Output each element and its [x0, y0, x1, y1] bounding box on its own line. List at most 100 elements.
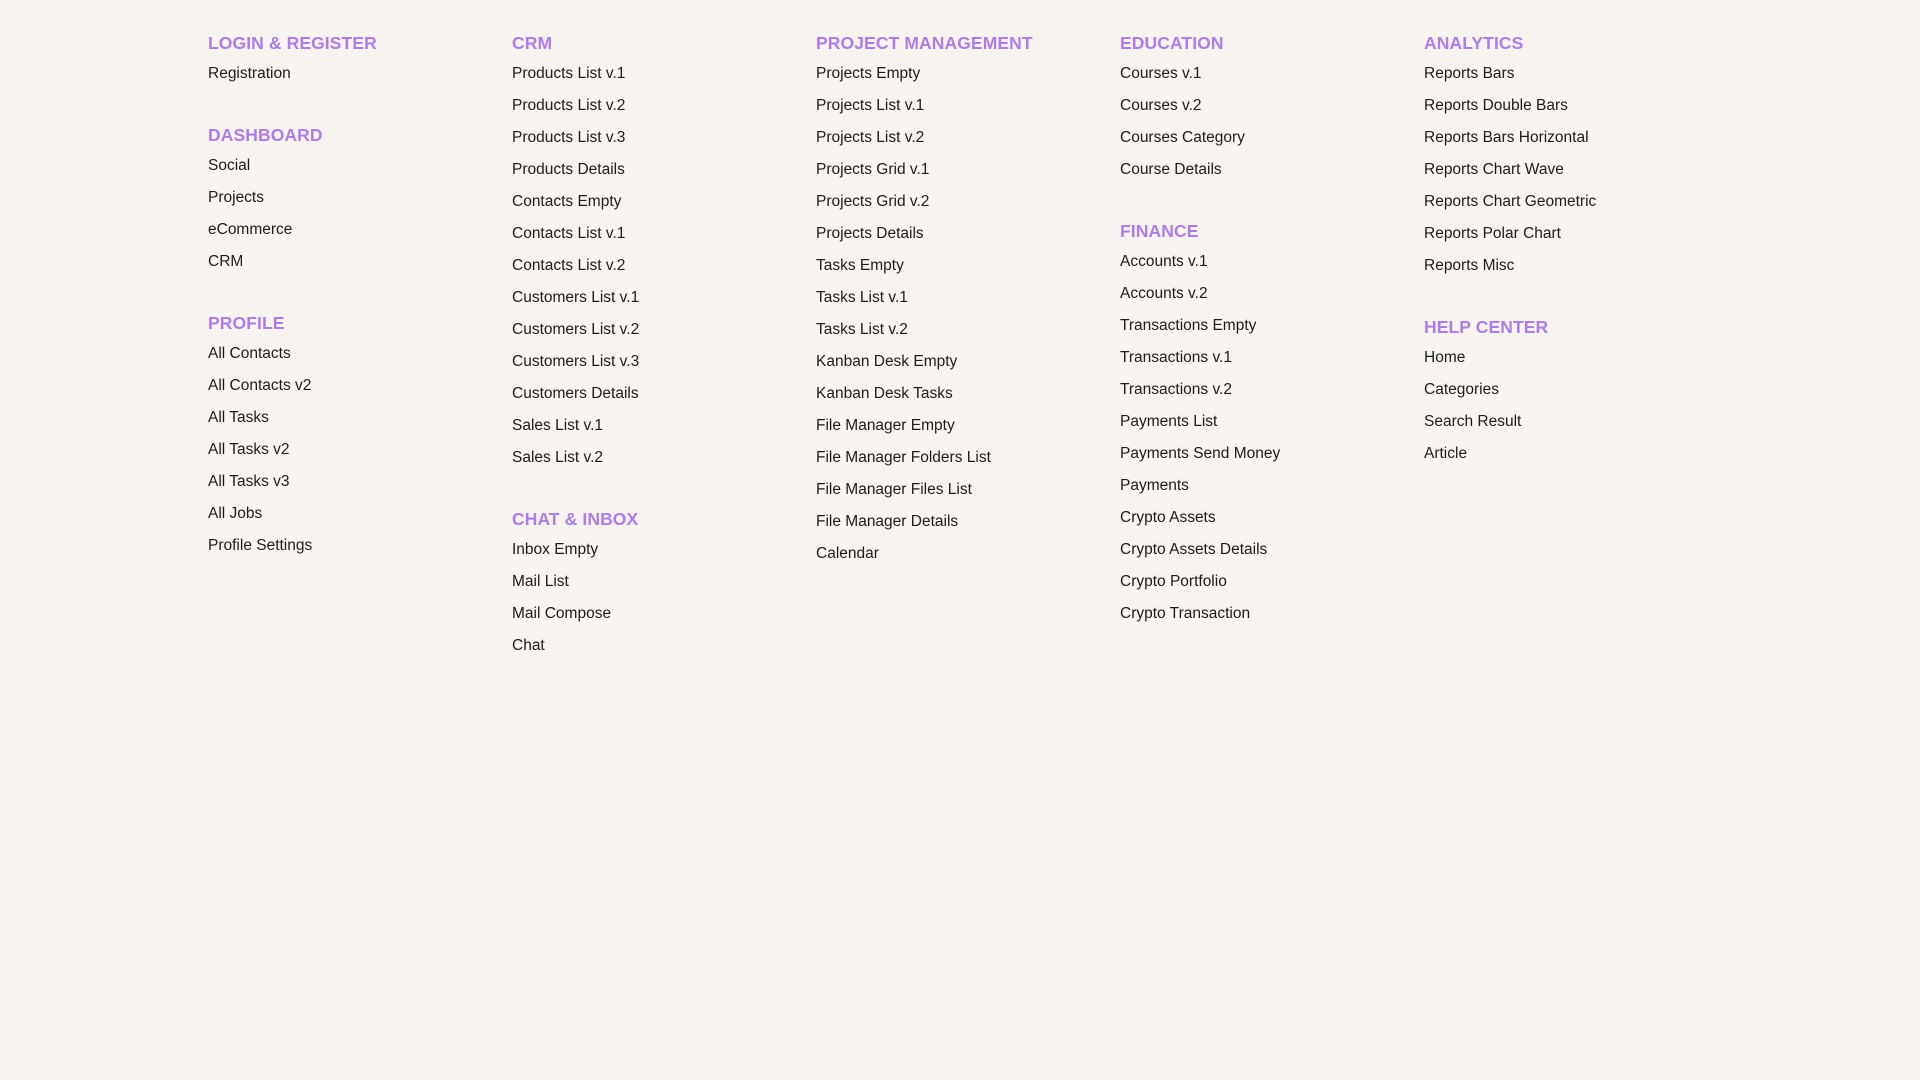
- link-courses-v2[interactable]: Courses v.2: [1120, 95, 1202, 117]
- link-customers-list-v2[interactable]: Customers List v.2: [512, 319, 639, 341]
- section-login-register: LOGIN & REGISTER Registration: [208, 31, 498, 95]
- link-article[interactable]: Article: [1424, 443, 1467, 465]
- link-products-list-v1[interactable]: Products List v.1: [512, 63, 625, 85]
- link-projects-grid-v1[interactable]: Projects Grid v.1: [816, 159, 929, 181]
- link-kanban-desk-empty[interactable]: Kanban Desk Empty: [816, 351, 957, 373]
- link-customers-details[interactable]: Customers Details: [512, 383, 639, 405]
- link-ecommerce[interactable]: eCommerce: [208, 219, 292, 241]
- list-item: Courses Category: [1120, 127, 1410, 159]
- list-item: Reports Polar Chart: [1424, 223, 1714, 255]
- link-reports-bars-horizontal[interactable]: Reports Bars Horizontal: [1424, 127, 1589, 149]
- list-item: Transactions v.2: [1120, 379, 1410, 411]
- link-file-manager-folders-list[interactable]: File Manager Folders List: [816, 447, 991, 469]
- sitemap-column-3: PROJECT MANAGEMENT Projects Empty Projec…: [816, 31, 1106, 603]
- link-list: Projects Empty Projects List v.1 Project…: [816, 63, 1106, 575]
- link-social[interactable]: Social: [208, 155, 250, 177]
- link-categories[interactable]: Categories: [1424, 379, 1499, 401]
- list-item: Tasks Empty: [816, 255, 1106, 287]
- link-registration[interactable]: Registration: [208, 63, 291, 85]
- link-all-tasks-v2[interactable]: All Tasks v2: [208, 439, 290, 461]
- list-item: Chat: [512, 635, 802, 667]
- list-item: Kanban Desk Tasks: [816, 383, 1106, 415]
- link-products-list-v2[interactable]: Products List v.2: [512, 95, 625, 117]
- link-projects-grid-v2[interactable]: Projects Grid v.2: [816, 191, 929, 213]
- link-mail-list[interactable]: Mail List: [512, 571, 569, 593]
- link-courses-category[interactable]: Courses Category: [1120, 127, 1245, 149]
- sitemap-column-5: ANALYTICS Reports Bars Reports Double Ba…: [1424, 31, 1714, 503]
- link-contacts-empty[interactable]: Contacts Empty: [512, 191, 621, 213]
- link-kanban-desk-tasks[interactable]: Kanban Desk Tasks: [816, 383, 953, 405]
- link-file-manager-empty[interactable]: File Manager Empty: [816, 415, 955, 437]
- sitemap-column-2: CRM Products List v.1 Products List v.2 …: [512, 31, 802, 695]
- link-mail-compose[interactable]: Mail Compose: [512, 603, 611, 625]
- link-all-tasks[interactable]: All Tasks: [208, 407, 269, 429]
- link-contacts-list-v2[interactable]: Contacts List v.2: [512, 255, 625, 277]
- link-home[interactable]: Home: [1424, 347, 1465, 369]
- link-reports-chart-wave[interactable]: Reports Chart Wave: [1424, 159, 1564, 181]
- link-projects[interactable]: Projects: [208, 187, 264, 209]
- list-item: Courses v.2: [1120, 95, 1410, 127]
- link-accounts-v1[interactable]: Accounts v.1: [1120, 251, 1208, 273]
- link-course-details[interactable]: Course Details: [1120, 159, 1222, 181]
- link-all-tasks-v3[interactable]: All Tasks v3: [208, 471, 290, 493]
- list-item: All Tasks: [208, 407, 498, 439]
- link-customers-list-v1[interactable]: Customers List v.1: [512, 287, 639, 309]
- link-file-manager-details[interactable]: File Manager Details: [816, 511, 958, 533]
- list-item: Home: [1424, 347, 1714, 379]
- link-transactions-v1[interactable]: Transactions v.1: [1120, 347, 1232, 369]
- link-customers-list-v3[interactable]: Customers List v.3: [512, 351, 639, 373]
- link-tasks-list-v1[interactable]: Tasks List v.1: [816, 287, 908, 309]
- section-title-project-management: PROJECT MANAGEMENT: [816, 33, 1033, 53]
- link-chat[interactable]: Chat: [512, 635, 545, 657]
- link-all-contacts[interactable]: All Contacts: [208, 343, 291, 365]
- link-crypto-transaction[interactable]: Crypto Transaction: [1120, 603, 1250, 625]
- link-reports-polar-chart[interactable]: Reports Polar Chart: [1424, 223, 1561, 245]
- link-courses-v1[interactable]: Courses v.1: [1120, 63, 1202, 85]
- link-inbox-empty[interactable]: Inbox Empty: [512, 539, 598, 561]
- link-tasks-empty[interactable]: Tasks Empty: [816, 255, 904, 277]
- link-reports-chart-geometric[interactable]: Reports Chart Geometric: [1424, 191, 1596, 213]
- link-crypto-portfolio[interactable]: Crypto Portfolio: [1120, 571, 1227, 593]
- list-item: Crypto Transaction: [1120, 603, 1410, 635]
- list-item: All Tasks v2: [208, 439, 498, 471]
- link-contacts-list-v1[interactable]: Contacts List v.1: [512, 223, 625, 245]
- list-item: Contacts List v.1: [512, 223, 802, 255]
- list-item: Products List v.2: [512, 95, 802, 127]
- list-item: Products List v.3: [512, 127, 802, 159]
- link-profile-settings[interactable]: Profile Settings: [208, 535, 312, 557]
- link-payments-list[interactable]: Payments List: [1120, 411, 1217, 433]
- link-file-manager-files-list[interactable]: File Manager Files List: [816, 479, 972, 501]
- list-item: Course Details: [1120, 159, 1410, 191]
- link-all-jobs[interactable]: All Jobs: [208, 503, 262, 525]
- link-transactions-empty[interactable]: Transactions Empty: [1120, 315, 1256, 337]
- list-item: Crypto Portfolio: [1120, 571, 1410, 603]
- link-accounts-v2[interactable]: Accounts v.2: [1120, 283, 1208, 305]
- list-item: All Jobs: [208, 503, 498, 535]
- list-item: Tasks List v.2: [816, 319, 1106, 351]
- list-item: Reports Bars Horizontal: [1424, 127, 1714, 159]
- link-all-contacts-v2[interactable]: All Contacts v2: [208, 375, 311, 397]
- link-payments[interactable]: Payments: [1120, 475, 1189, 497]
- link-reports-bars[interactable]: Reports Bars: [1424, 63, 1514, 85]
- link-crypto-assets-details[interactable]: Crypto Assets Details: [1120, 539, 1267, 561]
- link-projects-list-v1[interactable]: Projects List v.1: [816, 95, 924, 117]
- link-projects-details[interactable]: Projects Details: [816, 223, 924, 245]
- link-crypto-assets[interactable]: Crypto Assets: [1120, 507, 1216, 529]
- link-products-list-v3[interactable]: Products List v.3: [512, 127, 625, 149]
- link-projects-list-v2[interactable]: Projects List v.2: [816, 127, 924, 149]
- link-projects-empty[interactable]: Projects Empty: [816, 63, 920, 85]
- link-search-result[interactable]: Search Result: [1424, 411, 1521, 433]
- link-tasks-list-v2[interactable]: Tasks List v.2: [816, 319, 908, 341]
- list-item: CRM: [208, 251, 498, 283]
- list-item: Accounts v.2: [1120, 283, 1410, 315]
- link-transactions-v2[interactable]: Transactions v.2: [1120, 379, 1232, 401]
- link-reports-double-bars[interactable]: Reports Double Bars: [1424, 95, 1568, 117]
- link-sales-list-v1[interactable]: Sales List v.1: [512, 415, 603, 437]
- link-crm[interactable]: CRM: [208, 251, 243, 273]
- link-list: Accounts v.1 Accounts v.2 Transactions E…: [1120, 251, 1410, 635]
- link-reports-misc[interactable]: Reports Misc: [1424, 255, 1514, 277]
- link-payments-send-money[interactable]: Payments Send Money: [1120, 443, 1280, 465]
- link-products-details[interactable]: Products Details: [512, 159, 625, 181]
- link-calendar[interactable]: Calendar: [816, 543, 879, 565]
- link-sales-list-v2[interactable]: Sales List v.2: [512, 447, 603, 469]
